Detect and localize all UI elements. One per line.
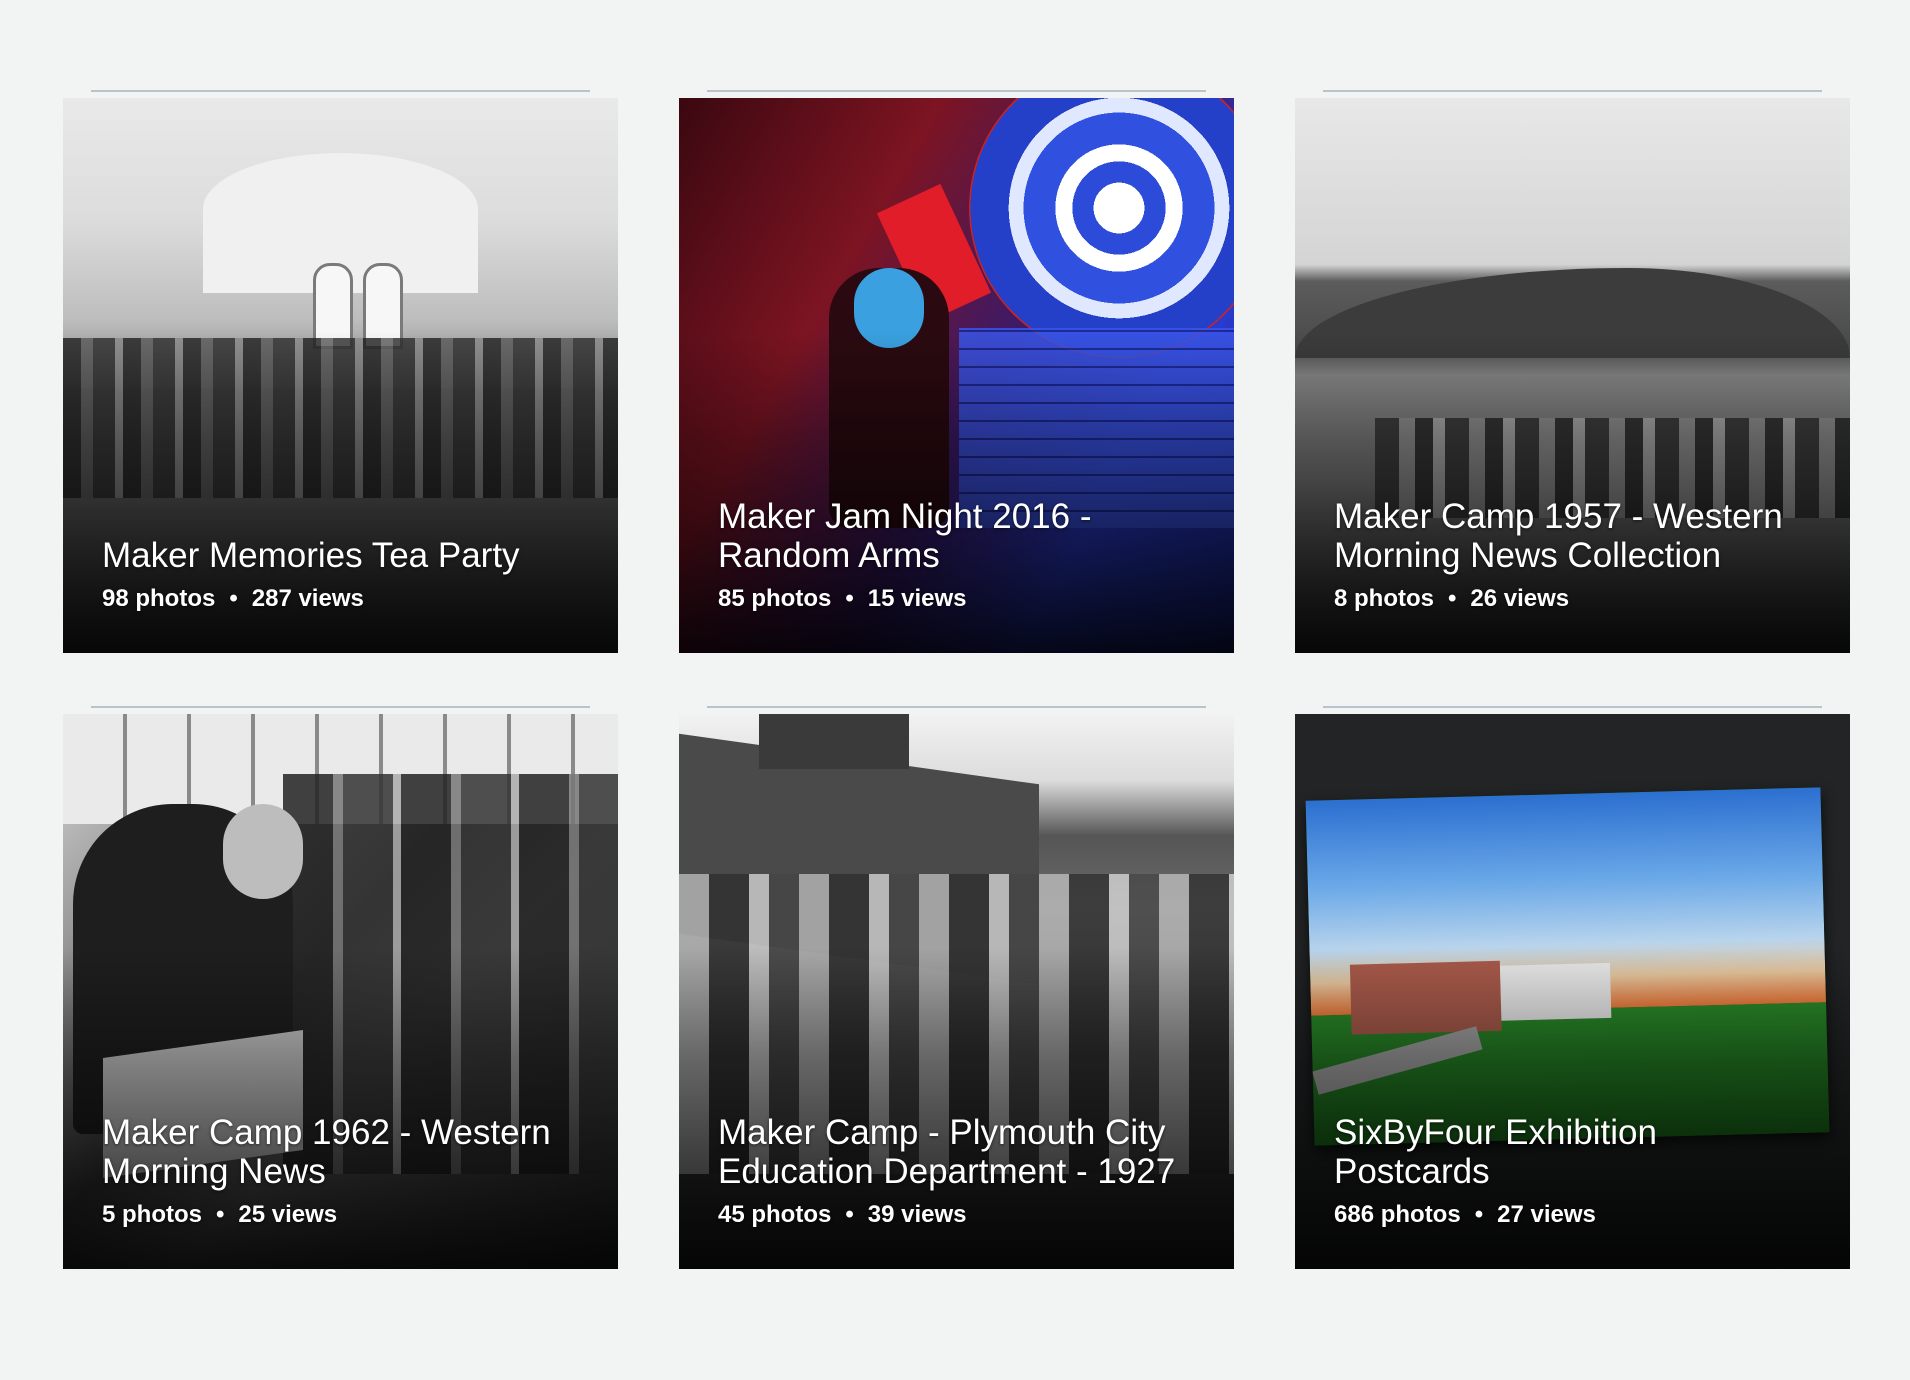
album-stack-line bbox=[91, 90, 590, 92]
photo-count: 5 photos bbox=[102, 1201, 202, 1228]
album-title[interactable]: Maker Camp 1962 - Western Morning News bbox=[102, 1113, 582, 1191]
album-meta: 686 photos • 27 views bbox=[1334, 1201, 1822, 1229]
album-stack-line bbox=[91, 706, 590, 708]
view-count: 26 views bbox=[1470, 585, 1570, 612]
album-info: Maker Memories Tea Party 98 photos • 287 v… bbox=[102, 536, 590, 613]
album-stack-line bbox=[1323, 706, 1822, 708]
album-title[interactable]: SixByFour Exhibition Postcards bbox=[1334, 1113, 1734, 1191]
album-card[interactable]: Maker Camp - Plymouth City Education Dep… bbox=[679, 706, 1234, 1269]
album-title[interactable]: Maker Camp 1957 - Western Morning News C… bbox=[1334, 497, 1814, 575]
view-count: 27 views bbox=[1497, 1201, 1596, 1228]
album-card[interactable]: SixByFour Exhibition Postcards 686 photo… bbox=[1295, 706, 1850, 1269]
album-info: Maker Camp 1962 - Western Morning News 5… bbox=[102, 1113, 590, 1229]
photo-count: 85 photos bbox=[718, 585, 832, 612]
album-grid: Maker Memories Tea Party 98 photos • 287 v… bbox=[63, 90, 1851, 1269]
album-title[interactable]: Maker Camp - Plymouth City Education Dep… bbox=[718, 1113, 1198, 1191]
album-meta: 45 photos • 39 views bbox=[718, 1201, 1206, 1229]
view-count: 287 views bbox=[251, 585, 364, 612]
album-card[interactable]: Maker Camp 1962 - Western Morning News 5… bbox=[63, 706, 618, 1269]
separator-dot: • bbox=[229, 585, 238, 612]
album-info: Maker Camp 1957 - Western Morning News C… bbox=[1334, 497, 1822, 613]
separator-dot: • bbox=[216, 1201, 225, 1228]
album-meta: 98 photos • 287 views bbox=[102, 585, 590, 613]
album-card[interactable]: Maker Jam Night 2016 - Random Arms 85 ph… bbox=[679, 90, 1234, 653]
album-info: SixByFour Exhibition Postcards 686 photo… bbox=[1334, 1113, 1822, 1229]
album-stack-line bbox=[707, 706, 1206, 708]
album-meta: 5 photos • 25 views bbox=[102, 1201, 590, 1229]
separator-dot: • bbox=[1474, 1201, 1484, 1228]
separator-dot: • bbox=[1448, 585, 1457, 612]
album-info: Maker Camp - Plymouth City Education Dep… bbox=[718, 1113, 1206, 1229]
separator-dot: • bbox=[845, 1201, 854, 1228]
photo-count: 686 photos bbox=[1334, 1201, 1461, 1228]
view-count: 15 views bbox=[867, 585, 967, 612]
view-count: 39 views bbox=[867, 1201, 967, 1228]
album-meta: 8 photos • 26 views bbox=[1334, 585, 1822, 613]
photo-count: 45 photos bbox=[718, 1201, 832, 1228]
album-info: Maker Jam Night 2016 - Random Arms 85 ph… bbox=[718, 497, 1206, 613]
photo-count: 8 photos bbox=[1334, 585, 1434, 612]
view-count: 25 views bbox=[238, 1201, 338, 1228]
album-card[interactable]: Maker Camp 1957 - Western Morning News C… bbox=[1295, 90, 1850, 653]
album-title[interactable]: Maker Memories Tea Party bbox=[102, 536, 590, 575]
album-title[interactable]: Maker Jam Night 2016 - Random Arms bbox=[718, 497, 1138, 575]
photo-count: 98 photos bbox=[102, 585, 216, 612]
album-card[interactable]: Maker Memories Tea Party 98 photos • 287 v… bbox=[63, 90, 618, 653]
separator-dot: • bbox=[845, 585, 854, 612]
album-stack-line bbox=[1323, 90, 1822, 92]
album-meta: 85 photos • 15 views bbox=[718, 585, 1206, 613]
album-stack-line bbox=[707, 90, 1206, 92]
